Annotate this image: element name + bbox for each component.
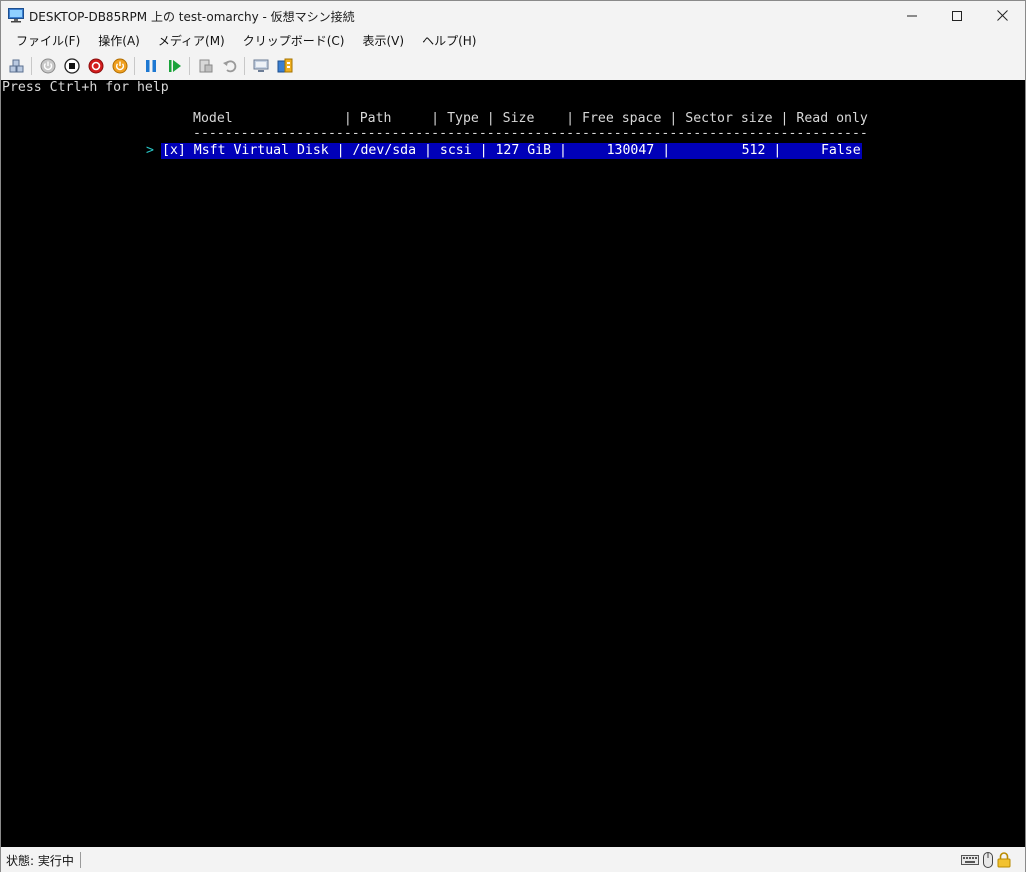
checkpoint-icon[interactable] [198,58,214,74]
disk-table-divider: ----------------------------------------… [193,126,868,141]
keyboard-icon [961,854,979,866]
menu-bar: ファイル(F) 操作(A) メディア(M) クリップボード(C) 表示(V) ヘ… [1,30,1025,51]
toolbar-separator [134,57,135,75]
vm-console-screen[interactable]: Press Ctrl+h for help Model | Path | Typ… [1,80,1025,847]
minimize-button[interactable] [889,1,935,30]
menu-file[interactable]: ファイル(F) [1,32,89,49]
revert-icon[interactable] [222,58,238,74]
save-state-icon[interactable] [112,58,128,74]
vm-status-text: 状態: 実行中 [6,853,74,868]
ctrl-alt-del-icon[interactable] [9,58,25,74]
help-hint: Press Ctrl+h for help [2,80,169,95]
mouse-icon [983,852,993,868]
toolbar-separator [31,57,32,75]
vm-connection-app-icon [8,8,24,23]
shutdown-icon[interactable] [88,58,104,74]
lock-icon [997,852,1011,868]
pause-icon[interactable] [143,58,159,74]
toolbar-separator [189,57,190,75]
resume-icon[interactable] [167,58,183,74]
menu-clipboard[interactable]: クリップボード(C) [234,32,354,49]
maximize-button[interactable] [934,1,980,30]
disk-table-header: Model | Path | Type | Size | Free space … [193,111,868,126]
toolbar [1,53,1025,79]
menu-media[interactable]: メディア(M) [149,32,234,49]
menu-view[interactable]: 表示(V) [354,32,414,49]
share-icon[interactable] [277,58,293,74]
disk-row-selected[interactable]: [x] Msft Virtual Disk | /dev/sda | scsi … [161,143,862,159]
enhanced-session-icon[interactable] [253,58,269,74]
selection-cursor: > [146,143,154,158]
vm-connection-window: DESKTOP-DB85RPM 上の test-omarchy - 仮想マシン接… [0,0,1026,872]
status-bar: 状態: 実行中 [1,848,1025,872]
title-bar[interactable]: DESKTOP-DB85RPM 上の test-omarchy - 仮想マシン接… [1,1,1025,30]
status-icons [957,852,1011,868]
turn-off-icon[interactable] [64,58,80,74]
menu-help[interactable]: ヘルプ(H) [413,32,485,49]
toolbar-separator [244,57,245,75]
status-separator [79,852,81,868]
start-icon[interactable] [40,58,56,74]
close-button[interactable] [979,1,1025,30]
menu-action[interactable]: 操作(A) [89,32,149,49]
window-title: DESKTOP-DB85RPM 上の test-omarchy - 仮想マシン接… [29,10,355,24]
